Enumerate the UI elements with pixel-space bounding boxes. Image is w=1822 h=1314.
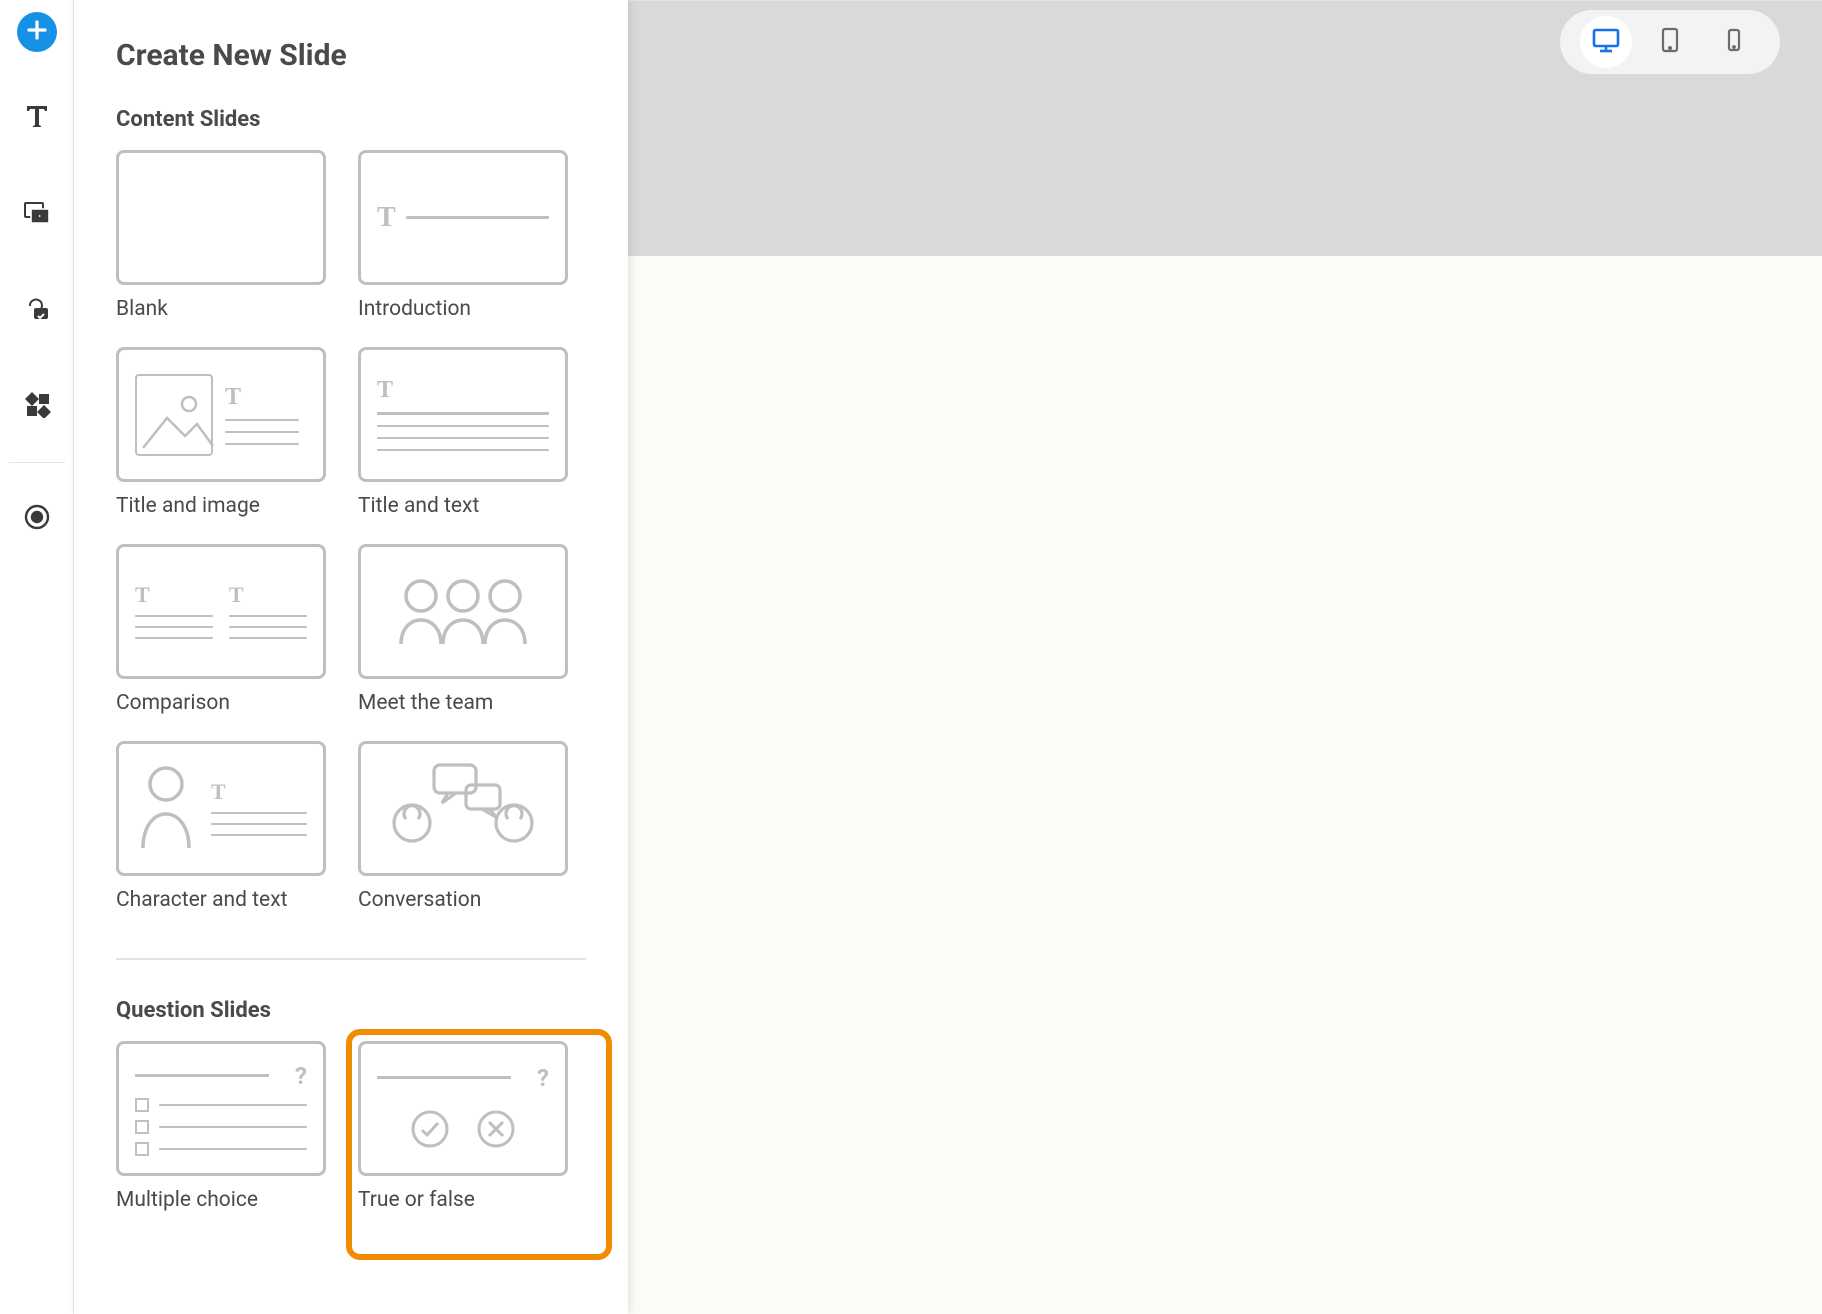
- toolbar-divider: [9, 462, 65, 463]
- slide-comparison-label: Comparison: [116, 691, 358, 715]
- slide-comparison[interactable]: T T Comparison: [116, 544, 358, 715]
- record-icon: [23, 503, 51, 535]
- text-glyph-icon: T: [229, 584, 307, 606]
- components-icon: [23, 390, 51, 422]
- text-glyph-icon: T: [135, 584, 213, 606]
- publish-tool-button[interactable]: [0, 262, 74, 358]
- slide-title-image-label: Title and image: [116, 494, 358, 518]
- conversation-icon: [378, 757, 548, 861]
- slide-comparison-thumb: T T: [116, 544, 326, 679]
- desktop-icon: [1590, 24, 1622, 60]
- question-slides-grid: ? Multiple choice ?: [116, 1041, 600, 1238]
- device-desktop-button[interactable]: [1580, 16, 1632, 68]
- x-circle-icon: [475, 1108, 517, 1154]
- slide-introduction[interactable]: T Introduction: [358, 150, 600, 321]
- device-mobile-button[interactable]: [1708, 16, 1760, 68]
- slide-introduction-thumb: T: [358, 150, 568, 285]
- person-icon: [135, 762, 197, 856]
- slide-meet-team-label: Meet the team: [358, 691, 600, 715]
- text-glyph-icon: T: [211, 781, 307, 803]
- left-toolbar: [0, 0, 74, 1314]
- question-mark-icon: ?: [295, 1062, 307, 1090]
- slide-meet-team[interactable]: Meet the team: [358, 544, 600, 715]
- check-circle-icon: [409, 1108, 451, 1154]
- slide-multiple-choice-thumb: ?: [116, 1041, 326, 1176]
- text-glyph-icon: T: [225, 385, 307, 409]
- tablet-icon: [1656, 26, 1684, 58]
- content-slides-grid: Blank T Introduction T: [116, 150, 600, 938]
- text-glyph-icon: T: [377, 378, 549, 402]
- section-divider: [116, 958, 586, 960]
- slide-meet-team-thumb: [358, 544, 568, 679]
- publish-icon: [22, 293, 52, 327]
- plus-icon: [26, 19, 48, 45]
- slide-multiple-choice-label: Multiple choice: [116, 1188, 358, 1212]
- slide-conversation-label: Conversation: [358, 888, 600, 912]
- record-tool-button[interactable]: [0, 471, 74, 567]
- slide-title-text-thumb: T: [358, 347, 568, 482]
- slide-introduction-label: Introduction: [358, 297, 600, 321]
- mobile-icon: [1721, 27, 1747, 57]
- text-glyph-icon: T: [377, 202, 396, 234]
- panel-title: Create New Slide: [116, 38, 600, 73]
- media-tool-button[interactable]: [0, 166, 74, 262]
- team-icon: [383, 570, 543, 654]
- slide-blank-thumb: [116, 150, 326, 285]
- canvas-body: [628, 256, 1822, 1314]
- question-mark-icon: ?: [537, 1064, 549, 1092]
- section-question-slides: Question Slides: [116, 998, 600, 1023]
- text-icon: [22, 101, 52, 135]
- device-tablet-button[interactable]: [1644, 16, 1696, 68]
- text-tool-button[interactable]: [0, 70, 74, 166]
- slide-title-image-thumb: T: [116, 347, 326, 482]
- add-slide-button[interactable]: [17, 12, 57, 52]
- slide-character-text[interactable]: T Character and text: [116, 741, 358, 912]
- media-icon: [22, 197, 52, 231]
- device-switcher: [1560, 10, 1780, 74]
- slide-conversation-thumb: [358, 741, 568, 876]
- section-content-slides: Content Slides: [116, 107, 600, 132]
- slide-title-text[interactable]: T Title and text: [358, 347, 600, 518]
- slide-character-text-thumb: T: [116, 741, 326, 876]
- slide-multiple-choice[interactable]: ? Multiple choice: [116, 1041, 358, 1212]
- slide-true-false-thumb: ?: [358, 1041, 568, 1176]
- slide-blank-label: Blank: [116, 297, 358, 321]
- slide-blank[interactable]: Blank: [116, 150, 358, 321]
- slide-title-text-label: Title and text: [358, 494, 600, 518]
- slide-character-text-label: Character and text: [116, 888, 358, 912]
- new-slide-panel: Create New Slide Content Slides Blank T …: [74, 0, 628, 1314]
- slide-true-false[interactable]: ? True or false: [358, 1041, 600, 1212]
- slide-title-image[interactable]: T Title and image: [116, 347, 358, 518]
- slide-conversation[interactable]: Conversation: [358, 741, 600, 912]
- components-tool-button[interactable]: [0, 358, 74, 454]
